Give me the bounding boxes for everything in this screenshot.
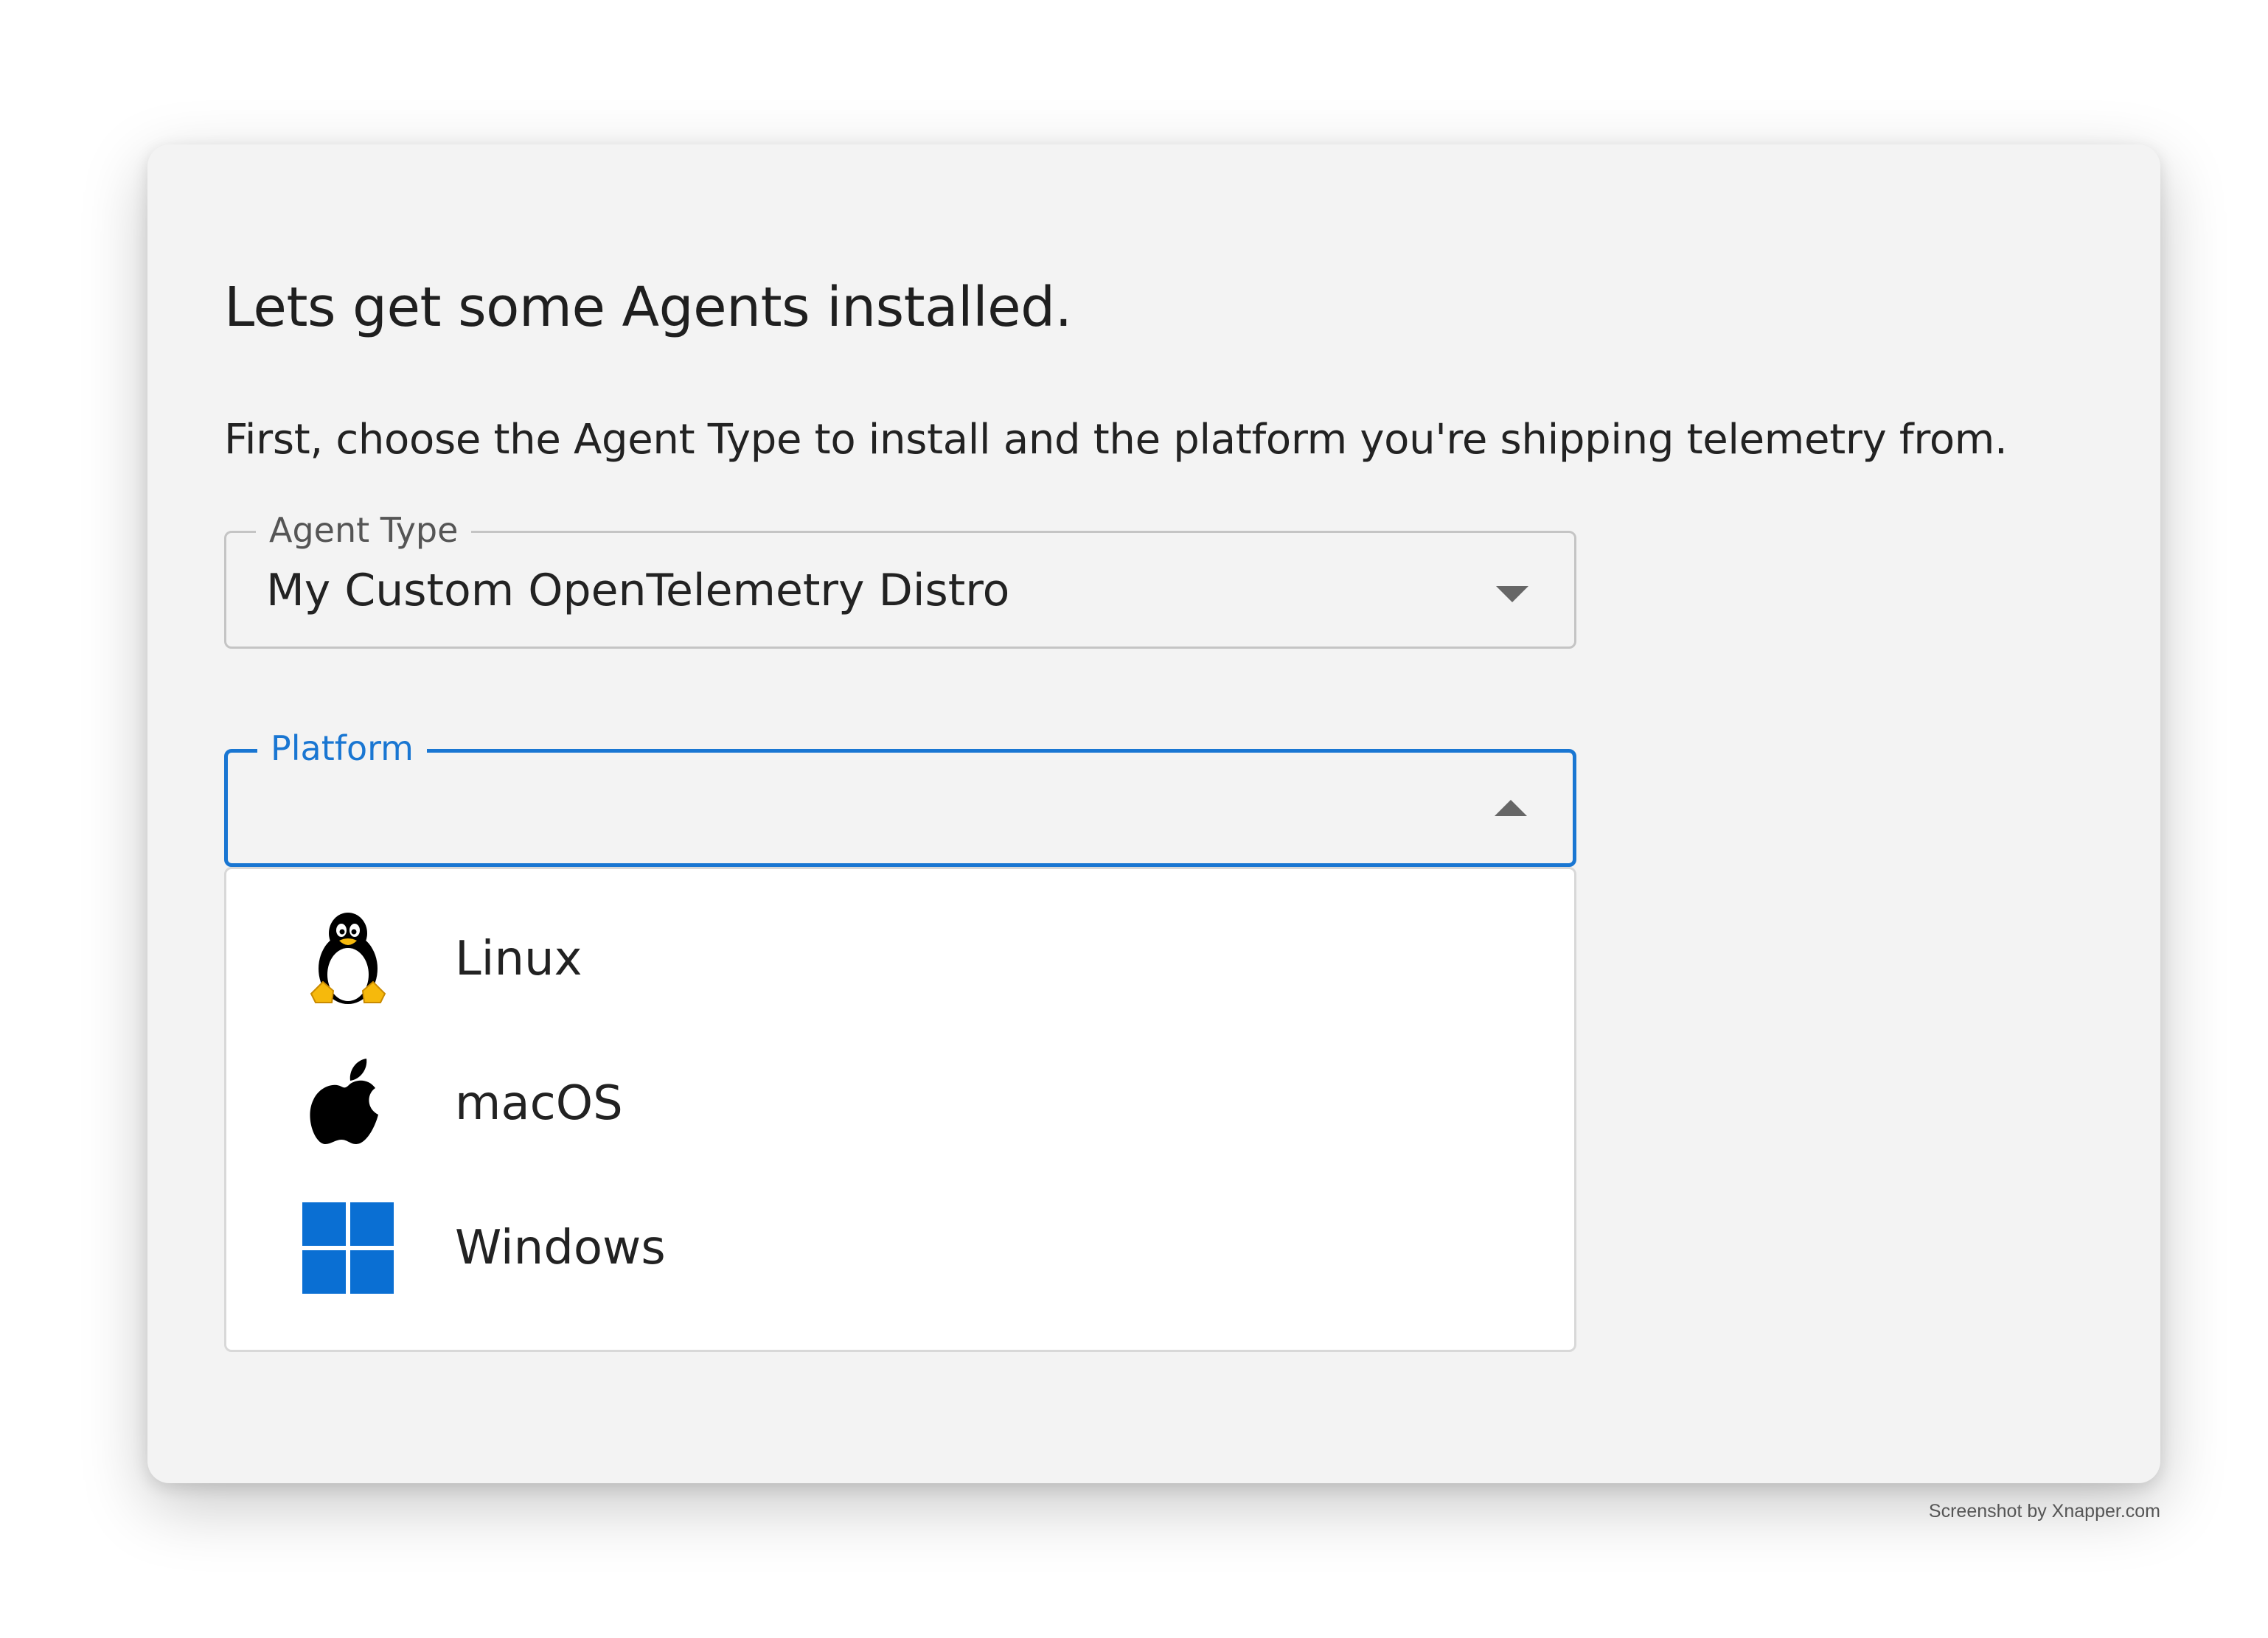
apple-icon xyxy=(300,1056,396,1151)
platform-label: Platform xyxy=(257,725,427,772)
platform-select[interactable]: Platform xyxy=(224,725,1576,867)
platform-option-linux[interactable]: Linux xyxy=(226,887,1574,1031)
watermark: Screenshot by Xnapper.com xyxy=(1928,1501,2160,1522)
option-label-macos: macOS xyxy=(455,1076,623,1131)
caret-down-icon[interactable] xyxy=(1496,586,1528,602)
agent-install-dialog: Lets get some Agents installed. First, c… xyxy=(147,144,2160,1483)
option-label-linux: Linux xyxy=(455,932,582,986)
page-title: Lets get some Agents installed. xyxy=(224,276,1072,339)
page-subtitle: First, choose the Agent Type to install … xyxy=(224,416,2008,464)
agent-type-value: My Custom OpenTelemetry Distro xyxy=(266,565,1010,616)
agent-type-label: Agent Type xyxy=(256,506,472,554)
agent-type-select[interactable]: Agent Type My Custom OpenTelemetry Distr… xyxy=(224,506,1576,649)
caret-up-icon[interactable] xyxy=(1495,800,1527,816)
option-label-windows: Windows xyxy=(455,1221,666,1275)
linux-icon xyxy=(300,911,396,1007)
platform-option-windows[interactable]: Windows xyxy=(226,1176,1574,1320)
windows-icon xyxy=(300,1200,396,1296)
platform-option-macos[interactable]: macOS xyxy=(226,1031,1574,1176)
platform-options-menu: Linux macOS Windows xyxy=(224,867,1576,1352)
